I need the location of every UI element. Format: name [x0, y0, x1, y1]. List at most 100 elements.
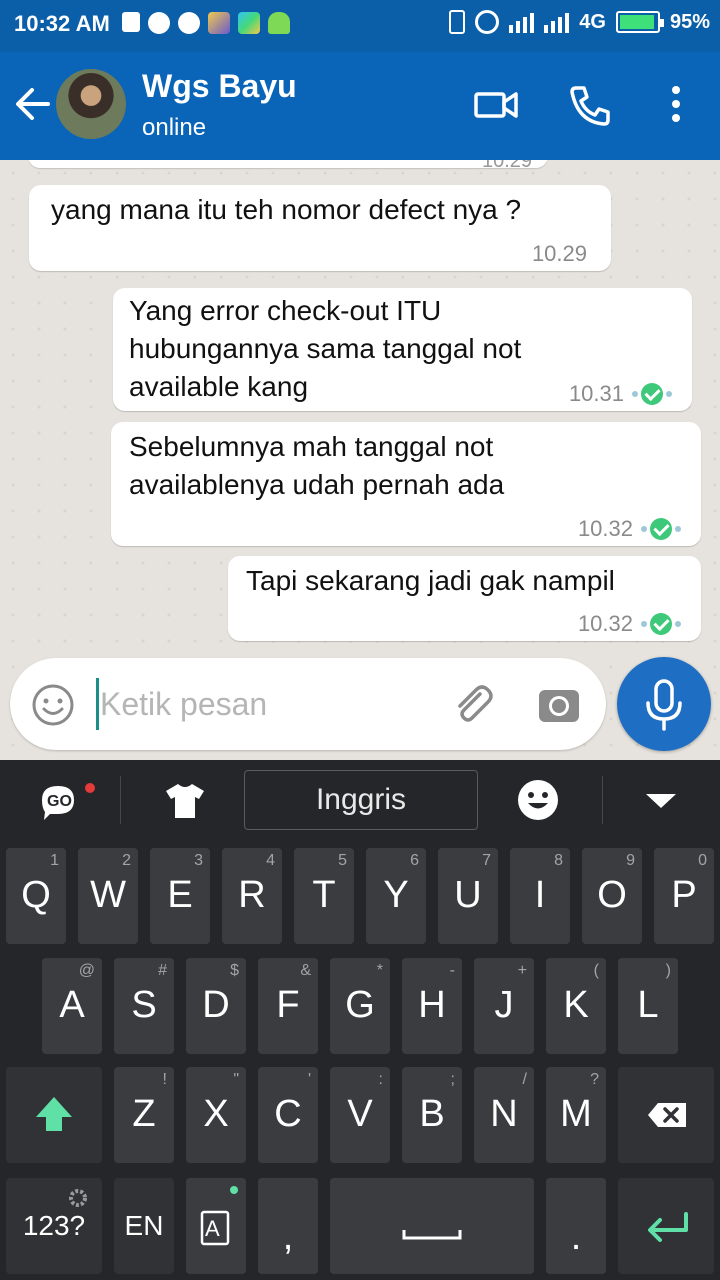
message-time: 10.32 [577, 611, 633, 636]
svg-text:A: A [205, 1216, 220, 1241]
key-secondary-label: 4 [266, 852, 275, 869]
more-options-button[interactable] [652, 82, 700, 128]
key-secondary-label: 6 [410, 852, 419, 869]
key-n[interactable]: / N [474, 1067, 534, 1163]
go-keyboard-button[interactable]: GO [38, 782, 95, 822]
key-f[interactable]: & F [258, 958, 318, 1054]
hide-keyboard-button[interactable] [644, 790, 678, 810]
avatar[interactable] [56, 69, 126, 139]
key-label: U [454, 874, 482, 916]
language-selector[interactable]: Inggris [244, 770, 478, 830]
key-label: E [167, 874, 193, 916]
text-style-key[interactable]: A [186, 1178, 246, 1274]
chevron-down-icon [646, 794, 676, 808]
key-g[interactable]: * G [330, 958, 390, 1054]
key-i[interactable]: 8I [510, 848, 570, 944]
message-meta: 10.29 [532, 241, 587, 267]
period-key-label: . [570, 1216, 582, 1258]
key-r[interactable]: 4R [222, 848, 282, 944]
android-icon [268, 12, 290, 34]
message-text: Tapi sekarang jadi gak nampil [246, 565, 615, 596]
key-t[interactable]: 5T [294, 848, 354, 944]
key-label: R [238, 874, 266, 916]
key-label: J [494, 984, 514, 1026]
key-secondary-label: 2 [122, 852, 131, 869]
key-s[interactable]: # S [114, 958, 174, 1054]
key-d[interactable]: $ D [186, 958, 246, 1054]
tshirt-icon [166, 784, 204, 818]
key-secondary-label: 8 [554, 852, 563, 869]
play-store-icon [238, 12, 260, 34]
key-q[interactable]: 1Q [6, 848, 66, 944]
enter-key[interactable] [618, 1178, 714, 1274]
key-p[interactable]: 0P [654, 848, 714, 944]
key-z[interactable]: ! Z [114, 1067, 174, 1163]
voice-record-button[interactable] [617, 657, 711, 751]
symbols-key[interactable]: 123? [6, 1178, 102, 1274]
key-u[interactable]: 7U [438, 848, 498, 944]
text-cursor [96, 678, 99, 730]
key-secondary-label: 3 [194, 852, 203, 869]
key-m[interactable]: ? M [546, 1067, 606, 1163]
messenger-icon [178, 12, 200, 34]
paperclip-icon [458, 685, 493, 722]
key-y[interactable]: 6Y [366, 848, 426, 944]
camera-icon [539, 690, 579, 722]
key-k[interactable]: (K [546, 958, 606, 1054]
read-receipt-icon [632, 383, 672, 405]
language-key[interactable]: EN [114, 1178, 174, 1274]
outgoing-message[interactable]: Sebelumnya mah tanggal not availablenya … [111, 422, 701, 546]
key-secondary-label: $ [230, 962, 239, 979]
message-line: hubungannya sama tanggal not [129, 333, 522, 364]
key-x[interactable]: " X [186, 1067, 246, 1163]
back-button[interactable] [14, 84, 50, 124]
message-input[interactable] [100, 678, 430, 730]
key-e[interactable]: 3E [150, 848, 210, 944]
key-secondary-label: - [449, 962, 455, 979]
space-key[interactable] [330, 1178, 534, 1274]
key-secondary-label: ( [593, 962, 599, 979]
key-j[interactable]: + J [474, 958, 534, 1054]
key-secondary-label: 1 [50, 852, 59, 869]
key-a[interactable]: @ A [42, 958, 102, 1054]
read-receipt-icon [641, 613, 681, 635]
comma-key[interactable]: , [258, 1178, 318, 1274]
theme-button[interactable] [164, 782, 206, 820]
key-secondary-label: + [517, 962, 527, 979]
period-key[interactable]: . [546, 1178, 606, 1274]
contact-name[interactable]: Wgs Bayu [142, 68, 297, 105]
outgoing-message[interactable]: Tapi sekarang jadi gak nampil 10.32 [228, 556, 701, 641]
key-h[interactable]: -H [402, 958, 462, 1054]
key-secondary-label: ; [450, 1071, 455, 1088]
status-right: 4G 95% [449, 10, 710, 34]
message-time: 10.32 [577, 516, 633, 541]
shield-app-icon [122, 12, 140, 32]
key-l[interactable]: ) L [618, 958, 678, 1054]
key-c[interactable]: ' C [258, 1067, 318, 1163]
key-b[interactable]: ; B [402, 1067, 462, 1163]
symbols-key-label: 123? [22, 1210, 86, 1241]
toolbar-divider [602, 776, 603, 824]
key-w[interactable]: 2W [78, 848, 138, 944]
voice-call-button[interactable] [566, 82, 614, 128]
video-call-button[interactable] [472, 82, 520, 128]
emoji-icon [32, 684, 74, 726]
incoming-message[interactable]: yang mana itu teh nomor defect nya ? 10.… [29, 185, 611, 271]
phone-icon [570, 86, 610, 126]
key-label: B [419, 1093, 445, 1135]
emoji-button[interactable] [30, 682, 76, 728]
key-o[interactable]: 9O [582, 848, 642, 944]
outgoing-message[interactable]: Yang error check-out ITU hubungannya sam… [113, 288, 692, 411]
key-label: L [637, 984, 659, 1026]
attach-button[interactable] [450, 682, 496, 728]
key-v[interactable]: :V [330, 1067, 390, 1163]
keyboard-emoji-button[interactable] [516, 778, 560, 822]
shift-key[interactable] [6, 1067, 102, 1163]
key-label: X [203, 1093, 229, 1135]
key-label: T [312, 874, 336, 916]
camera-button[interactable] [536, 682, 582, 728]
whatsapp-icon [148, 12, 170, 34]
key-label: I [534, 874, 546, 916]
backspace-key[interactable] [618, 1067, 714, 1163]
message-line: Sebelumnya mah tanggal not [129, 431, 494, 462]
